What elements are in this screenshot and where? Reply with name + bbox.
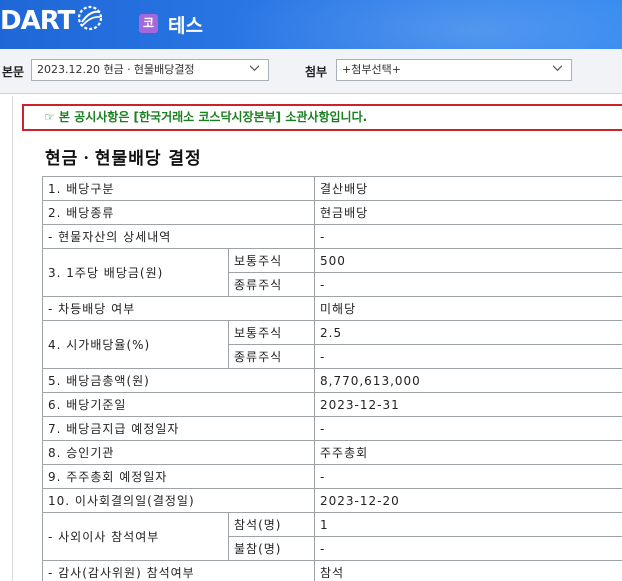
main-doc-select[interactable]: 2023.12.20 현금ㆍ현물배당결정 bbox=[31, 59, 269, 81]
row-label: - 현물자산의 상세내역 bbox=[42, 224, 315, 249]
main-doc-label: 본문 bbox=[2, 65, 25, 79]
row-value: 결산배당 bbox=[314, 176, 622, 201]
main-doc-select-value: 2023.12.20 현금ㆍ현물배당결정 bbox=[37, 63, 195, 76]
dart-logo[interactable]: DART bbox=[0, 6, 75, 36]
row-value: 2.5 bbox=[314, 320, 622, 345]
attachment-label: 첨부 bbox=[305, 65, 328, 79]
table-row: 6. 배당기준일 2023-12-31 bbox=[42, 392, 622, 417]
row-value: 8,770,613,000 bbox=[314, 368, 622, 393]
row-value: 2023-12-31 bbox=[314, 392, 622, 417]
row-label: 1. 배당구분 bbox=[42, 176, 315, 201]
row-value: - bbox=[314, 464, 622, 489]
row-value: - bbox=[314, 416, 622, 441]
table-row: 4. 시가배당율(%) 보통주식 2.5 bbox=[42, 320, 622, 369]
table-row: 7. 배당금지급 예정일자 - bbox=[42, 416, 622, 441]
row-sublabel: 종류주식 bbox=[228, 344, 315, 369]
table-row: 2. 배당종류 현금배당 bbox=[42, 200, 622, 225]
header-glow bbox=[222, 0, 622, 49]
row-label: 10. 이사회결의일(결정일) bbox=[42, 488, 315, 513]
chevron-down-icon bbox=[250, 65, 259, 72]
row-value: 1 bbox=[314, 512, 622, 537]
row-label: 4. 시가배당율(%) bbox=[42, 320, 229, 369]
row-sublabel: 보통주식 bbox=[228, 248, 315, 273]
row-label: 2. 배당종류 bbox=[42, 200, 315, 225]
table-row: 5. 배당금총액(원) 8,770,613,000 bbox=[42, 368, 622, 393]
table-row: 9. 주주총회 예정일자 - bbox=[42, 464, 622, 489]
table-row: 10. 이사회결의일(결정일) 2023-12-20 bbox=[42, 488, 622, 513]
table-row: - 감사(감사위원) 참석여부 참석 bbox=[42, 560, 622, 581]
row-label: - 차등배당 여부 bbox=[42, 296, 315, 321]
dart-swoosh-icon bbox=[77, 5, 103, 31]
table-row: 8. 승인기관 주주총회 bbox=[42, 440, 622, 465]
dividend-decision-table: 1. 배당구분 결산배당 2. 배당종류 현금배당 - 현물자산의 상세내역 -… bbox=[42, 176, 622, 581]
attachment-select-value: +첨부선택+ bbox=[342, 63, 401, 76]
row-label: - 사외이사 참석여부 bbox=[42, 512, 229, 561]
row-label: 5. 배당금총액(원) bbox=[42, 368, 315, 393]
attachment-select[interactable]: +첨부선택+ bbox=[336, 59, 572, 81]
row-value: - bbox=[314, 536, 622, 561]
company-type-badge: 코 bbox=[139, 14, 158, 33]
row-value: 미해당 bbox=[314, 296, 622, 321]
table-row: - 차등배당 여부 미해당 bbox=[42, 296, 622, 321]
row-label: - 감사(감사위원) 참석여부 bbox=[42, 560, 315, 581]
row-value: - bbox=[314, 344, 622, 369]
row-value: 2023-12-20 bbox=[314, 488, 622, 513]
row-sublabel: 불참(명) bbox=[228, 536, 315, 561]
table-row: 1. 배당구분 결산배당 bbox=[42, 176, 622, 201]
row-sublabel: 참석(명) bbox=[228, 512, 315, 537]
document-title: 현금ㆍ현물배당 결정 bbox=[45, 149, 202, 169]
row-label: 3. 1주당 배당금(원) bbox=[42, 248, 229, 297]
row-sublabel: 보통주식 bbox=[228, 320, 315, 345]
row-value: - bbox=[314, 272, 622, 297]
row-value: 현금배당 bbox=[314, 200, 622, 225]
table-row: - 사외이사 참석여부 참석(명) 1 bbox=[42, 512, 622, 561]
row-label: 7. 배당금지급 예정일자 bbox=[42, 416, 315, 441]
table-row: 3. 1주당 배당금(원) 보통주식 500 bbox=[42, 248, 622, 297]
chevron-down-icon bbox=[553, 65, 562, 72]
jurisdiction-notice: ☞ 본 공시사항은 [한국거래소 코스닥시장본부] 소관사항입니다. bbox=[22, 104, 622, 131]
row-label: 9. 주주총회 예정일자 bbox=[42, 464, 315, 489]
row-value: 참석 bbox=[314, 560, 622, 581]
row-value: 주주총회 bbox=[314, 440, 622, 465]
row-label: 8. 승인기관 bbox=[42, 440, 315, 465]
row-label: 6. 배당기준일 bbox=[42, 392, 315, 417]
document-toolbar: 본문 2023.12.20 현금ㆍ현물배당결정 첨부 +첨부선택+ bbox=[0, 49, 622, 94]
row-value: - bbox=[314, 224, 622, 249]
app-header: DART 코 테스 bbox=[0, 0, 622, 49]
row-value: 500 bbox=[314, 248, 622, 273]
row-sublabel: 종류주식 bbox=[228, 272, 315, 297]
table-row: - 현물자산의 상세내역 - bbox=[42, 224, 622, 249]
company-name: 테스 bbox=[168, 15, 203, 37]
